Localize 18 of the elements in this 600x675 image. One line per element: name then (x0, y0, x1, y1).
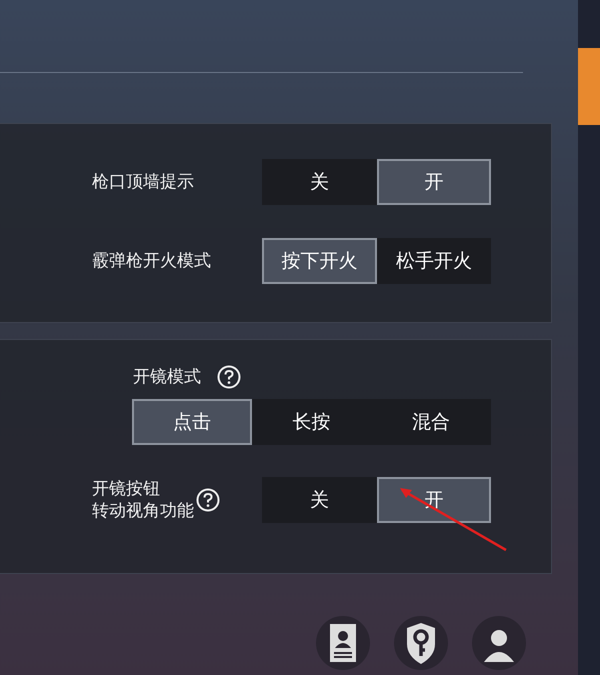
option-button[interactable]: 松手开火 (376, 238, 491, 284)
setting-label: 枪口顶墙提示 (92, 170, 194, 194)
option-button[interactable]: 长按 (252, 399, 372, 445)
setting-label: 转动视角功能 (92, 500, 194, 522)
help-icon[interactable] (196, 488, 220, 512)
option-button[interactable]: 关 (262, 159, 376, 205)
option-button[interactable]: 开 (376, 477, 491, 523)
shield-key-icon[interactable] (394, 616, 448, 670)
option-button[interactable]: 按下开火 (262, 238, 376, 284)
option-button[interactable]: 关 (262, 477, 376, 523)
option-button[interactable]: 点击 (132, 399, 252, 445)
profile-card-icon[interactable] (316, 616, 370, 670)
help-icon[interactable] (217, 365, 241, 389)
setting-label: 霰弹枪开火模式 (92, 250, 211, 272)
option-button[interactable]: 开 (376, 159, 491, 205)
setting-label: 开镜模式 (133, 366, 201, 388)
setting-label: 开镜按钮 (92, 478, 161, 500)
option-button[interactable]: 混合 (371, 399, 492, 445)
